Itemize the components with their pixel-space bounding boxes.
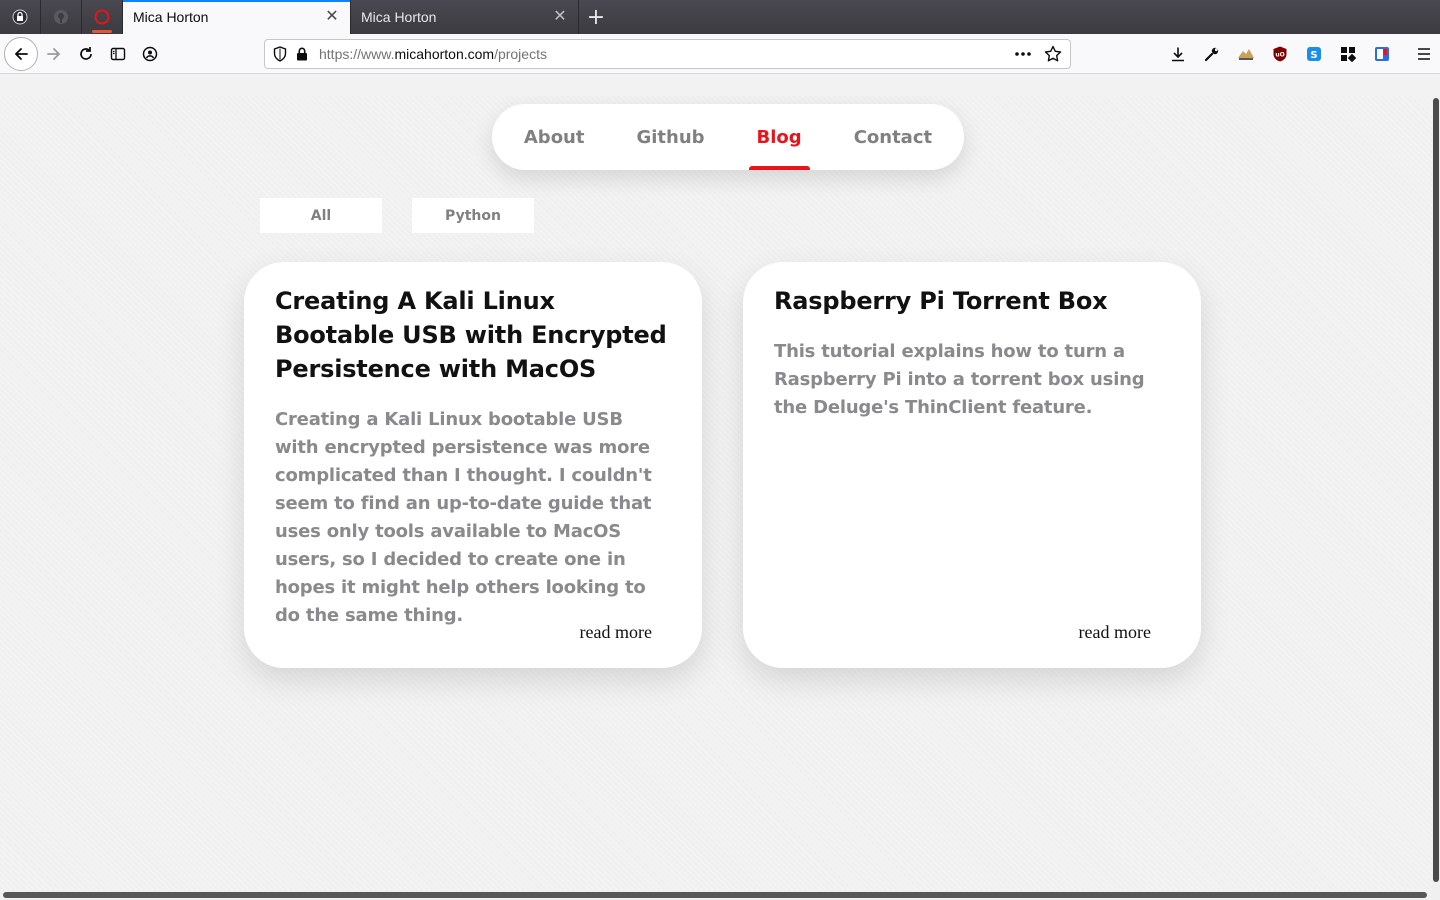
card-title: Raspberry Pi Torrent Box bbox=[774, 287, 1108, 315]
tab-mica-horton-2[interactable]: Mica Horton ✕ bbox=[351, 0, 579, 34]
close-tab-icon[interactable]: ✕ bbox=[324, 9, 340, 25]
container-extension-button[interactable] bbox=[1365, 38, 1398, 70]
ublock-button[interactable]: uO bbox=[1263, 38, 1296, 70]
tab-strip: Mica Horton ✕ Mica Horton ✕ + bbox=[0, 0, 1440, 34]
url-scheme: https://www. bbox=[319, 46, 395, 62]
url-host: micahorton.com bbox=[394, 46, 495, 62]
container-tab-icon bbox=[1374, 47, 1389, 61]
back-button[interactable] bbox=[4, 36, 38, 71]
sidebar-icon bbox=[110, 47, 126, 60]
blog-card: Creating A Kali Linux Bootable USB with … bbox=[244, 262, 702, 668]
filter-all-button[interactable]: All bbox=[260, 198, 382, 233]
blog-card: Raspberry Pi Torrent Box This tutorial e… bbox=[743, 262, 1201, 668]
svg-text:S: S bbox=[1310, 50, 1317, 61]
navigation-toolbar: https://www.micahorton.com/projects uO S bbox=[0, 34, 1440, 74]
wrench-icon bbox=[1204, 47, 1218, 62]
github-icon bbox=[54, 10, 68, 24]
read-more-link[interactable]: read more bbox=[580, 622, 652, 643]
card-description: This tutorial explains how to turn a Ras… bbox=[774, 341, 1145, 418]
url-bar[interactable]: https://www.micahorton.com/projects bbox=[264, 39, 1071, 69]
new-tab-button[interactable]: + bbox=[579, 0, 613, 34]
wolf-extension-icon bbox=[1237, 49, 1254, 60]
nav-link-blog[interactable]: Blog bbox=[731, 104, 828, 170]
pinned-tab-github[interactable] bbox=[41, 0, 82, 34]
account-button[interactable] bbox=[134, 38, 166, 70]
more-dots-icon[interactable] bbox=[1014, 51, 1032, 57]
grid-apps-icon bbox=[1340, 47, 1356, 62]
tracking-shield-icon[interactable] bbox=[273, 46, 287, 62]
download-icon bbox=[1171, 47, 1184, 62]
svg-text:uO: uO bbox=[1275, 52, 1284, 59]
back-arrow-icon bbox=[14, 47, 28, 60]
tab-mica-horton-1[interactable]: Mica Horton ✕ bbox=[123, 0, 351, 34]
url-path: /projects bbox=[494, 46, 547, 62]
privacy-extension-icon bbox=[12, 9, 28, 25]
skype-extension-button[interactable]: S bbox=[1297, 38, 1330, 70]
forward-arrow-icon bbox=[47, 47, 61, 60]
nav-link-contact[interactable]: Contact bbox=[828, 104, 958, 170]
horizontal-scrollbar-thumb[interactable] bbox=[3, 892, 1427, 898]
star-icon[interactable] bbox=[1044, 45, 1062, 63]
hamburger-menu-icon bbox=[1417, 48, 1430, 60]
grid-extension-button[interactable] bbox=[1331, 38, 1364, 70]
read-more-link[interactable]: read more bbox=[1079, 622, 1151, 643]
vertical-scrollbar-thumb[interactable] bbox=[1433, 98, 1439, 882]
nav-link-about[interactable]: About bbox=[498, 104, 611, 170]
url-text[interactable]: https://www.micahorton.com/projects bbox=[319, 46, 1014, 62]
lock-icon[interactable] bbox=[295, 46, 309, 62]
close-tab-icon[interactable]: ✕ bbox=[552, 9, 568, 25]
sidebar-button[interactable] bbox=[102, 38, 134, 70]
card-title: Creating A Kali Linux Bootable USB with … bbox=[275, 287, 667, 383]
vertical-scrollbar[interactable] bbox=[1432, 96, 1440, 890]
pinned-tab-1[interactable] bbox=[0, 0, 41, 34]
site-nav: About Github Blog Contact bbox=[492, 104, 964, 170]
extension-wolf-button[interactable] bbox=[1229, 38, 1262, 70]
tab-title: Mica Horton bbox=[133, 9, 209, 25]
reload-button[interactable] bbox=[70, 38, 102, 70]
pinned-tab-site[interactable] bbox=[82, 0, 123, 34]
toolbar-extensions: uO S bbox=[1161, 38, 1440, 70]
site-favicon-icon bbox=[94, 9, 110, 25]
tab-title: Mica Horton bbox=[361, 9, 437, 25]
page-content: About Github Blog Contact All Python Cre… bbox=[0, 96, 1432, 890]
account-icon bbox=[142, 46, 158, 61]
nav-link-github[interactable]: Github bbox=[610, 104, 730, 170]
horizontal-scrollbar[interactable] bbox=[0, 890, 1440, 900]
ublock-origin-icon: uO bbox=[1273, 46, 1286, 62]
s-extension-icon: S bbox=[1306, 47, 1321, 61]
filter-python-button[interactable]: Python bbox=[412, 198, 534, 233]
forward-button[interactable] bbox=[38, 38, 70, 70]
tools-button[interactable] bbox=[1195, 38, 1228, 70]
card-description: Creating a Kali Linux bootable USB with … bbox=[275, 409, 652, 626]
filter-bar: All Python bbox=[260, 198, 534, 233]
downloads-button[interactable] bbox=[1161, 38, 1194, 70]
main-menu-button[interactable] bbox=[1407, 38, 1440, 70]
reload-icon bbox=[80, 46, 92, 60]
